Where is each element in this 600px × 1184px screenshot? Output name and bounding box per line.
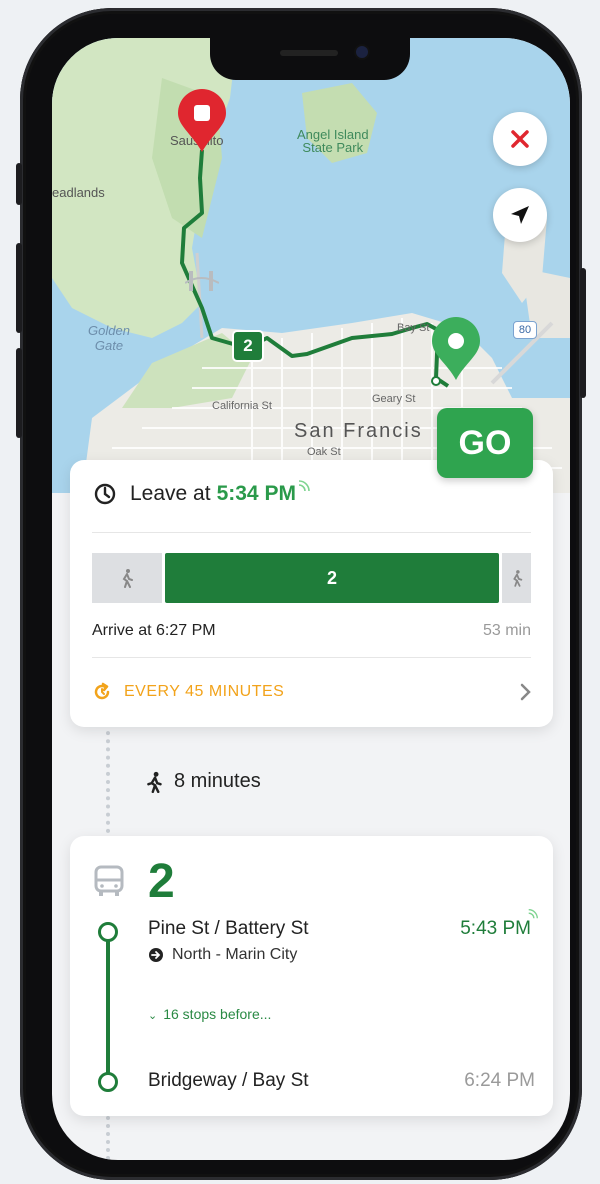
trip-summary-card[interactable]: Leave at 5:34 PM 2 Arrive at 6:27 PM 53 … [70, 460, 553, 727]
map-label-golden-gate: Golden Gate [88, 323, 130, 353]
walk-icon [512, 570, 522, 587]
direction-arrow-icon [149, 948, 163, 962]
refresh-icon [94, 682, 110, 700]
origin-stop-name: Pine St / Battery St [148, 918, 309, 939]
map-label-angel-island: Angel Island State Park [297, 127, 369, 155]
destination-stop-name: Bridgeway / Bay St [148, 1070, 309, 1091]
bus-icon [94, 865, 124, 896]
realtime-icon [298, 480, 310, 492]
close-button[interactable] [493, 112, 547, 166]
map-route-badge: 2 [232, 330, 264, 362]
direction-row: North - Marin City [148, 946, 297, 964]
walk-duration: 8 minutes [174, 770, 261, 792]
arrive-time: Arrive at 6:27 PM [92, 622, 216, 639]
camera [356, 46, 368, 58]
map-label-oak-st: Oak St [307, 446, 341, 458]
divider [92, 532, 531, 533]
clock-icon [94, 483, 116, 505]
bridge-icon [185, 271, 219, 291]
trip-bar-walk-end [502, 553, 531, 603]
volume-up-button [16, 243, 22, 333]
power-button [580, 268, 586, 398]
destination-pin-icon[interactable] [429, 316, 483, 382]
walk-dotted-line-bottom [106, 1116, 114, 1160]
frequency-row[interactable]: EVERY 45 MINUTES [92, 682, 284, 702]
locate-me-button[interactable] [493, 188, 547, 242]
leave-time: 5:34 PM [216, 482, 296, 505]
divider [92, 657, 531, 658]
stops-before-toggle[interactable]: ⌄ 16 stops before... [148, 1006, 271, 1022]
notch [210, 38, 410, 80]
route-detail-card[interactable]: 2 Pine St / Battery St 5:43 PM North - M… [70, 836, 553, 1116]
close-icon [511, 130, 529, 148]
route-number: 2 [148, 855, 175, 908]
map-label-bay-st: Bay St [397, 322, 430, 334]
map-label-headlands: eadlands [52, 185, 105, 200]
trip-bar-bus-segment: 2 [165, 553, 499, 603]
app-screen: Sausalito Angel Island State Park eadlan… [52, 38, 570, 1160]
map-label-geary-st: Geary St [372, 393, 416, 405]
leave-label: Leave at [130, 482, 211, 505]
volume-down-button [16, 348, 22, 438]
origin-stop-time: 5:43 PM [460, 918, 531, 939]
destination-stop-marker [98, 1072, 118, 1092]
mute-switch [16, 163, 22, 205]
trip-bar-walk-start [92, 553, 162, 603]
stops-before-label: 16 stops before... [163, 1006, 272, 1022]
walk-segment-row: 8 minutes [146, 770, 261, 793]
origin-stop-marker [98, 922, 118, 942]
map-label-california-st: California St [212, 400, 272, 412]
speaker [280, 50, 338, 56]
destination-stop-time: 6:24 PM [464, 1070, 535, 1091]
map-label-city: San Francis [294, 420, 423, 442]
direction-label: North - Marin City [172, 946, 298, 963]
chevron-down-icon: ⌄ [148, 1010, 158, 1022]
location-arrow-icon [511, 206, 529, 224]
frequency-label: EVERY 45 MINUTES [124, 683, 285, 700]
leave-row: Leave at 5:34 PM [94, 480, 311, 506]
highway-shield-80: 80 [513, 321, 537, 339]
trip-duration: 53 min [482, 622, 531, 639]
walk-icon [122, 569, 133, 588]
origin-pin-icon[interactable] [174, 88, 230, 154]
trip-bar[interactable]: 2 [92, 553, 531, 603]
walk-dotted-line [106, 723, 114, 833]
walk-icon [147, 771, 162, 793]
chevron-right-icon[interactable] [519, 682, 533, 702]
realtime-icon [528, 909, 538, 919]
go-button[interactable]: GO [437, 408, 533, 478]
route-line [106, 932, 110, 1082]
